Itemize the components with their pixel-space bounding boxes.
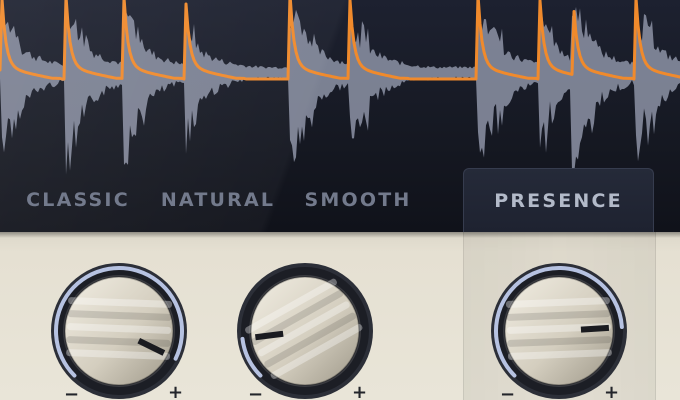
- audio-waveform: [0, 0, 680, 175]
- knob-3-plus-label: +: [604, 382, 620, 400]
- knob-3-minus-label: −: [500, 384, 516, 400]
- knob-pointer: [255, 330, 284, 341]
- plugin-window: CLASSIC NATURAL SMOOTH PRESENCE − + − + …: [0, 0, 680, 400]
- knob-2-plus-label: +: [352, 382, 368, 400]
- waveform-display: CLASSIC NATURAL SMOOTH PRESENCE: [0, 0, 680, 232]
- mode-tab-smooth[interactable]: SMOOTH: [292, 168, 424, 232]
- mode-tab-classic[interactable]: CLASSIC: [8, 168, 148, 232]
- knob-pointer: [580, 324, 610, 333]
- knob-2[interactable]: [232, 258, 378, 400]
- knob-3[interactable]: [486, 258, 632, 400]
- control-panel: − + − + − +: [0, 232, 680, 400]
- knob-1-plus-label: +: [168, 382, 184, 400]
- mode-tab-presence[interactable]: PRESENCE: [463, 168, 654, 232]
- knob-2-minus-label: −: [248, 384, 264, 400]
- mode-tab-natural[interactable]: NATURAL: [150, 168, 286, 232]
- knob-1-minus-label: −: [64, 384, 80, 400]
- knob-1[interactable]: [46, 258, 192, 400]
